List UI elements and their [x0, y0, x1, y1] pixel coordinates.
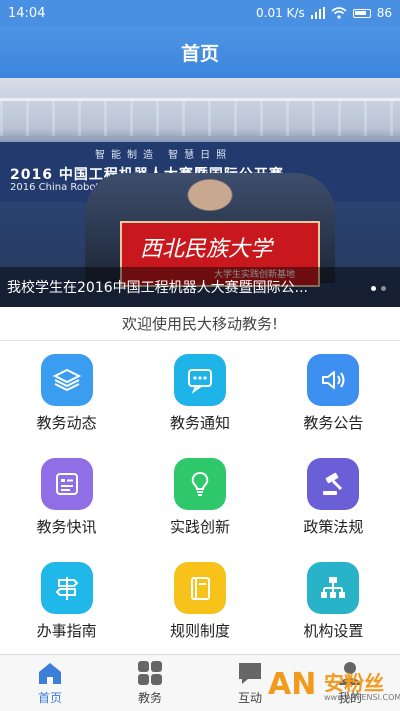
status-bar: 14:04 0.01 K/s 86	[0, 0, 400, 26]
banner-caption-text: 我校学生在2016中国工程机器人大赛暨国际公...	[7, 280, 308, 296]
grid-item-bulletin[interactable]: 教务快讯	[0, 445, 133, 549]
sign-top-text: 智能制造 智慧日照	[95, 150, 233, 161]
grid-item-label: 教务动态	[36, 413, 97, 432]
signpost-icon	[40, 562, 93, 615]
grid-item-innovation[interactable]: 实践创新	[133, 445, 266, 549]
lightbulb-icon	[173, 457, 226, 510]
flag-title: 西北民族大学	[140, 237, 273, 262]
grid-item-announcement[interactable]: 教务公告	[267, 341, 400, 445]
battery-icon	[352, 8, 371, 18]
speaker-icon	[307, 353, 360, 406]
chat-icon	[239, 663, 261, 684]
carousel-dot[interactable]	[371, 286, 376, 291]
function-grid: 教务动态 教务通知 教务公告 教务快讯 实践创新 政策法规 办事指南 规则制度 …	[0, 341, 400, 654]
carousel-dot[interactable]	[381, 286, 386, 291]
tab-mine[interactable]: 我的	[300, 655, 400, 711]
banner-carousel[interactable]: 智能制造 智慧日照 2016 中国工程机器人大赛暨国际公开赛 2016 Chin…	[0, 78, 400, 307]
tab-label: 我的	[337, 691, 362, 705]
app-header: 首页	[0, 26, 400, 78]
book-icon	[173, 562, 226, 615]
newsletter-icon	[40, 457, 93, 510]
grid-item-policy[interactable]: 政策法规	[267, 445, 400, 549]
tab-label: 互动	[237, 691, 262, 705]
layers-icon	[40, 353, 93, 406]
banner-roof	[0, 98, 400, 138]
tab-label: 教务	[137, 691, 162, 705]
banner-caption[interactable]: 我校学生在2016中国工程机器人大赛暨国际公...	[0, 267, 400, 307]
status-time: 14:04	[8, 5, 46, 21]
bottom-tab-bar: 首页 教务 互动 我的	[0, 654, 400, 711]
network-speed: 0.01 K/s	[256, 6, 305, 20]
grid-item-label: 教务快讯	[36, 517, 97, 536]
grid-item-label: 政策法规	[303, 517, 364, 536]
grid-item-label: 实践创新	[169, 517, 230, 536]
message-icon	[173, 353, 226, 406]
grid-item-label: 教务通知	[169, 413, 230, 432]
home-icon	[39, 663, 61, 684]
grid-item-label: 机构设置	[303, 622, 364, 641]
tab-home[interactable]: 首页	[0, 655, 100, 711]
org-chart-icon	[307, 562, 360, 615]
tab-label: 首页	[37, 691, 62, 705]
grid-item-label: 规则制度	[169, 622, 230, 641]
grid-item-organization[interactable]: 机构设置	[267, 550, 400, 654]
grid-icon	[138, 661, 162, 685]
grid-item-guide[interactable]: 办事指南	[0, 550, 133, 654]
tab-interaction[interactable]: 互动	[200, 655, 300, 711]
grid-item-regulations[interactable]: 规则制度	[133, 550, 266, 654]
user-icon	[339, 662, 361, 685]
battery-level: 86	[376, 6, 392, 20]
page-title: 首页	[180, 42, 219, 65]
carousel-dots	[371, 286, 386, 291]
grid-item-academic-news[interactable]: 教务动态	[0, 341, 133, 445]
grid-item-label: 办事指南	[36, 622, 97, 641]
signal-icon	[310, 7, 325, 19]
gavel-icon	[307, 457, 360, 510]
status-indicators: 0.01 K/s 86	[256, 6, 392, 20]
welcome-text: 欢迎使用民大移动教务!	[0, 307, 400, 341]
grid-item-label: 教务公告	[303, 413, 364, 432]
tab-academic[interactable]: 教务	[100, 655, 200, 711]
grid-item-notice[interactable]: 教务通知	[133, 341, 266, 445]
wifi-icon	[331, 7, 347, 19]
